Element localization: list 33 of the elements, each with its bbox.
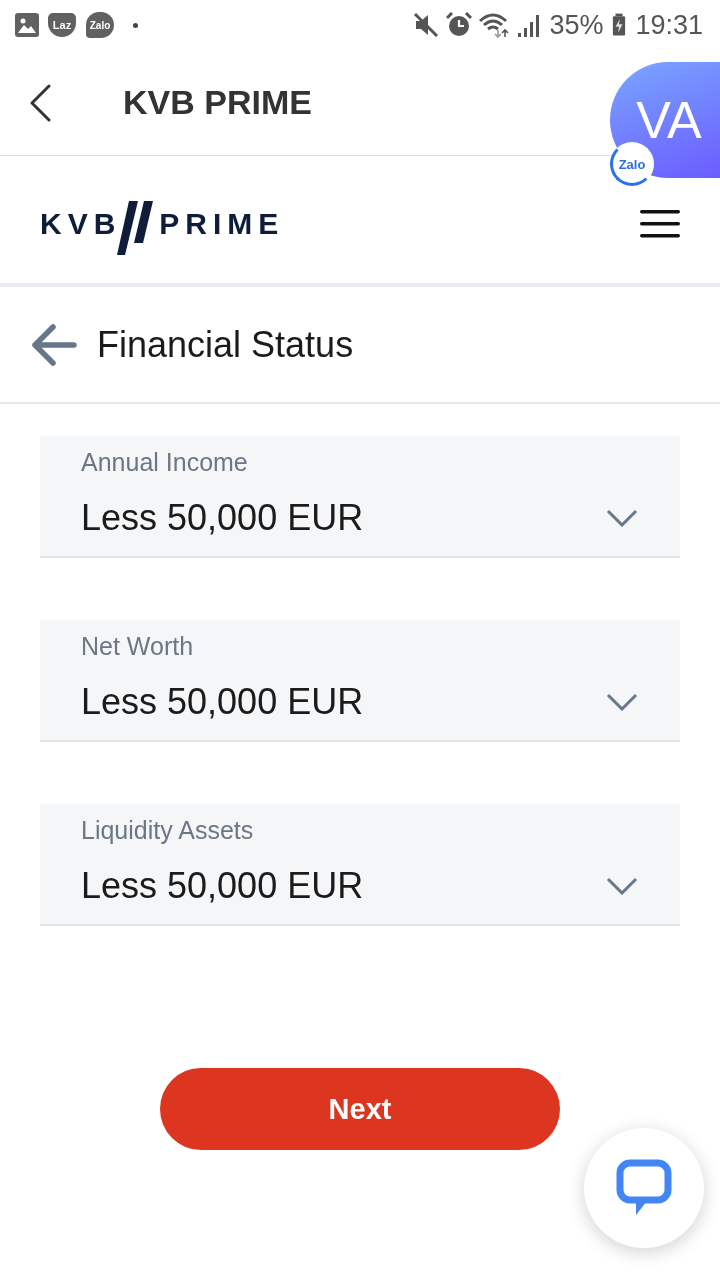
chat-notification-badge: Zalo [86, 12, 114, 38]
field-label: Net Worth [81, 632, 194, 660]
select-field[interactable]: Liquidity Assets Less 50,000 EUR [40, 804, 680, 926]
select-field[interactable]: Annual Income Less 50,000 EUR [40, 436, 680, 558]
app-notification-badge: Laz [48, 13, 76, 37]
speech-bubble-icon [616, 1159, 672, 1217]
dot-icon [133, 22, 138, 28]
back-chevron-icon[interactable] [29, 83, 51, 122]
chevron-down-icon [606, 509, 638, 527]
field-label: Annual Income [81, 448, 248, 476]
field-value: Less 50,000 EUR [81, 496, 364, 540]
app-title: KVB PRIME [123, 83, 312, 122]
app-badge: Zalo [610, 142, 654, 186]
mute-icon [413, 12, 440, 38]
clock-time: 19:31 [635, 10, 703, 40]
section-title: Financial Status [97, 323, 354, 366]
menu-icon[interactable] [640, 209, 680, 238]
logo-text: PRIME [159, 206, 285, 241]
alarm-clock-icon [446, 12, 473, 38]
chevron-down-icon [606, 877, 638, 895]
back-arrow-icon[interactable] [31, 323, 77, 366]
double-slash-icon [117, 200, 156, 255]
field-label: Liquidity Assets [81, 816, 254, 844]
select-field[interactable]: Net Worth Less 50,000 EUR [40, 620, 680, 742]
next-button[interactable]: Next [160, 1068, 560, 1150]
wifi-icon [479, 12, 510, 38]
battery-charging-icon [612, 13, 627, 37]
image-icon [15, 13, 39, 37]
battery-percentage: 35% [549, 10, 604, 40]
logo-text: KVB [40, 206, 122, 241]
field-value: Less 50,000 EUR [81, 680, 364, 724]
field-value: Less 50,000 EUR [81, 864, 364, 908]
chevron-down-icon [606, 693, 638, 711]
